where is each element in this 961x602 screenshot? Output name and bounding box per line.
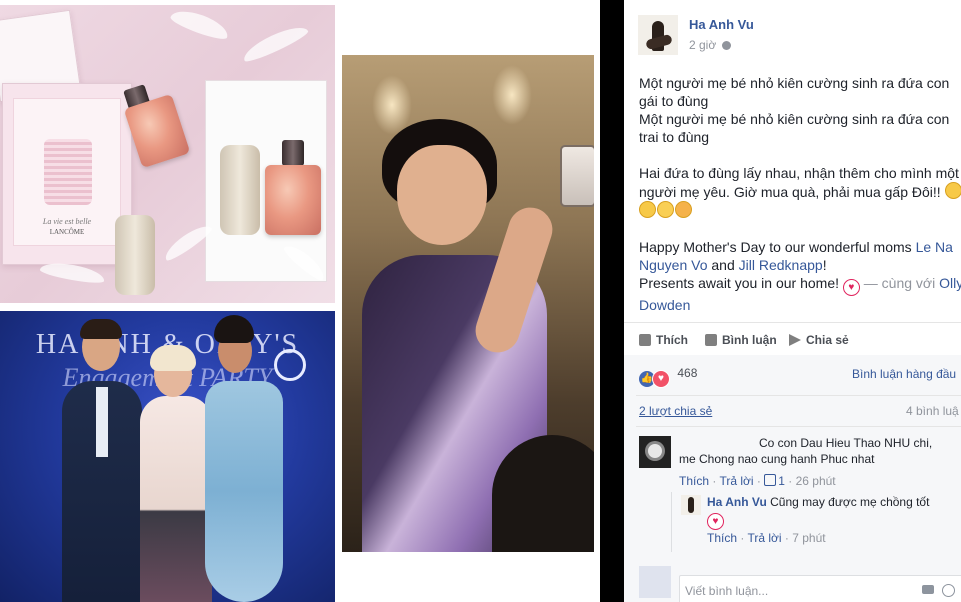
comment-like-link[interactable]: Thích <box>679 474 709 488</box>
comment-input-placeholder: Viết bình luận... <box>685 584 769 598</box>
post-panel: Ha Anh Vu 2 giờ Một người mẹ bé nhỏ kiên… <box>624 0 961 602</box>
older-woman-figure <box>140 396 212 602</box>
like-button[interactable]: Thích <box>639 330 688 350</box>
kiss-emoji-icon <box>657 201 674 218</box>
reply-author[interactable]: Ha Anh Vu <box>707 495 767 509</box>
chandelier-light <box>372 75 412 135</box>
thumbs-up-icon <box>764 474 777 486</box>
reaction-count: 468 <box>677 366 698 380</box>
post-line: Một người mẹ bé nhỏ kiên cường sinh ra đ… <box>639 75 950 91</box>
post-line: Happy Mother's Day to our wonderful moms… <box>639 239 953 255</box>
comment-count[interactable]: 4 bình luậ <box>906 404 959 418</box>
reaction-summary[interactable]: 👍 ♥ 468 <box>639 366 697 388</box>
mother-photo[interactable] <box>342 55 594 552</box>
ring-icon <box>274 349 306 381</box>
phone <box>560 145 594 207</box>
share-button[interactable]: Chia sẻ <box>789 330 849 350</box>
tag-olly-dowden[interactable]: Dowden <box>639 297 690 313</box>
flower-icon <box>648 444 662 458</box>
tag-le-na[interactable]: Le Na <box>916 239 953 255</box>
post-line: Dowden <box>639 296 961 314</box>
post-line: gái to đùng <box>639 93 709 109</box>
my-avatar <box>639 566 671 598</box>
emoji-picker-icon[interactable] <box>942 584 955 597</box>
comment-button[interactable]: Bình luận <box>705 330 777 350</box>
reply-avatar[interactable] <box>681 495 701 515</box>
heart-icon: ♥ <box>842 279 860 296</box>
engagement-party-photo[interactable]: HA ANH & OLLY'S Engagement PARTY <box>0 311 335 602</box>
woman-in-gown-figure <box>205 381 283 602</box>
author-avatar[interactable] <box>638 15 678 55</box>
comment-time[interactable]: 26 phút <box>796 474 836 488</box>
post-time[interactable]: 2 giờ <box>689 38 716 52</box>
comment-reply-link[interactable]: Trả lời <box>719 474 753 488</box>
feather <box>168 5 232 43</box>
feather <box>239 20 311 66</box>
perfume-brand-label: LANCÔME <box>49 228 85 236</box>
lotion-tube <box>220 145 260 235</box>
globe-icon <box>722 41 732 50</box>
reply-time[interactable]: 7 phút <box>792 531 825 545</box>
comment-meta: Thích · Trả lời · 1 · 26 phút <box>679 474 836 488</box>
post-emoji-line <box>639 201 961 220</box>
post-line: người mẹ yêu. Giờ mua quà, phải mua gấp … <box>639 182 961 201</box>
thumbs-up-icon <box>639 334 651 346</box>
post-line: Nguyen Vo and Jill Redknapp! <box>639 257 827 273</box>
tag-jill-redknapp[interactable]: Jill Redknapp <box>739 257 823 273</box>
perfume-box: La vie est belle LANCÔME <box>2 83 132 265</box>
comment-like-count[interactable]: 1 <box>778 474 785 488</box>
camera-icon[interactable] <box>922 585 934 594</box>
comment-icon <box>705 334 717 346</box>
post-line: Một người mẹ bé nhỏ kiên cường sinh ra đ… <box>639 111 950 127</box>
comment-ranking-dropdown[interactable]: Bình luận hàng đầu <box>852 367 956 381</box>
post-body: Một người mẹ bé nhỏ kiên cường sinh ra đ… <box>639 74 961 314</box>
heart-icon: ♥ <box>707 513 724 530</box>
post-line: Hai đứa to đùng lấy nhau, nhận thêm cho … <box>639 165 959 181</box>
post-meta: 2 giờ <box>689 38 732 52</box>
perfume-photo[interactable]: La vie est belle LANCÔME <box>0 5 335 303</box>
perfume-cap <box>282 140 304 166</box>
perfume-print <box>44 139 92 205</box>
divider <box>600 0 624 602</box>
comment-text: Co con Dau Hieu Thao NHU chi, me Chong n… <box>679 436 933 466</box>
love-reaction-icon: ♥ <box>652 370 670 388</box>
tag-olly-dowden[interactable]: Olly <box>939 275 961 291</box>
photo-collage: La vie est belle LANCÔME HA ANH & OLLY'S… <box>0 0 600 602</box>
share-count-link[interactable]: 2 lượt chia sẻ <box>639 404 712 418</box>
emoji-icon <box>944 182 961 199</box>
reply-text: Ha Anh Vu Cũng may được mẹ chồng tốt ♥ <box>707 494 952 530</box>
tag-le-na[interactable]: Nguyen Vo <box>639 257 708 273</box>
author-name[interactable]: Ha Anh Vu <box>689 17 754 32</box>
perfume-bottle <box>123 93 191 169</box>
share-icon <box>789 334 801 346</box>
crying-emoji-icon <box>639 201 656 218</box>
chandelier-light <box>492 65 532 125</box>
perfume-script-label: La vie est belle <box>42 217 92 226</box>
post-line: Presents await you in our home! ♥ — cùng… <box>639 274 961 296</box>
lotion-tube <box>115 215 155 295</box>
reply-meta: Thích · Trả lời · 7 phút <box>707 531 826 545</box>
post-line: trai to đùng <box>639 129 710 145</box>
heart-eyes-emoji-icon <box>675 201 692 218</box>
perfume-bottle <box>265 165 321 235</box>
reply-reply-link[interactable]: Trả lời <box>747 531 781 545</box>
commenter-avatar[interactable] <box>639 436 671 468</box>
comment-input[interactable]: Viết bình luận... <box>679 575 961 602</box>
reply-like-link[interactable]: Thích <box>707 531 737 545</box>
